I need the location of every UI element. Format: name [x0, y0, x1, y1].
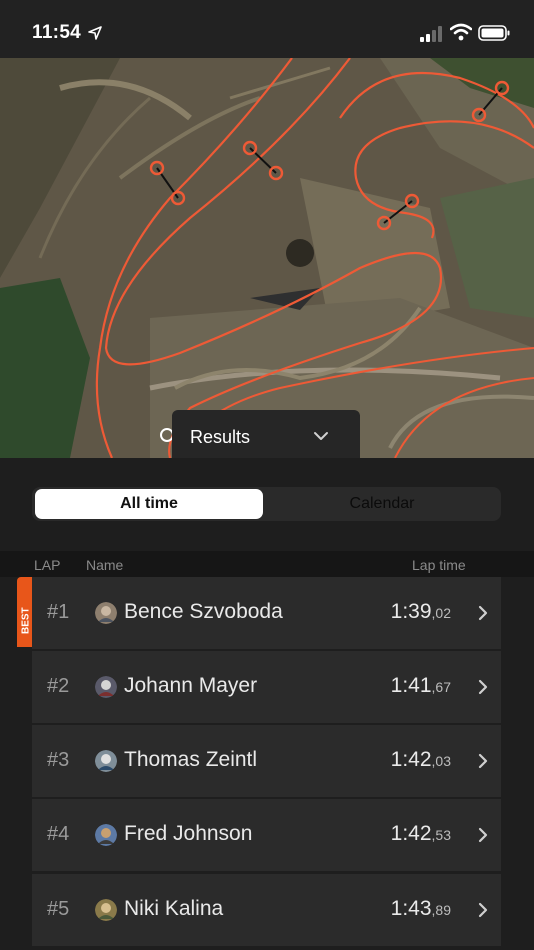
results-table-header: LAP Name Lap time	[0, 551, 534, 577]
rider-avatar	[95, 899, 117, 921]
status-bar: 11:54	[0, 0, 534, 58]
best-badge-label: BEST	[21, 607, 32, 634]
rider-name: Bence Szvoboda	[124, 600, 283, 623]
chevron-right-icon	[478, 753, 488, 769]
track-map[interactable]	[0, 58, 534, 458]
battery-icon	[478, 25, 510, 41]
result-row[interactable]: #1 Bence Szvoboda 1:39,02	[32, 577, 501, 649]
tab-all-time[interactable]: All time	[35, 489, 263, 519]
lap-time: 1:42,03	[390, 748, 451, 771]
rider-avatar	[95, 750, 117, 772]
lap-time: 1:42,53	[390, 822, 451, 845]
lap-time: 1:39,02	[390, 600, 451, 623]
rider-name: Fred Johnson	[124, 822, 253, 845]
rank-label: #5	[47, 898, 70, 920]
status-time: 11:54	[32, 22, 82, 43]
result-row[interactable]: #2 Johann Mayer 1:41,67	[32, 651, 501, 723]
rider-avatar	[95, 824, 117, 846]
tab-calendar[interactable]: Calendar	[265, 489, 499, 519]
rider-name: Johann Mayer	[124, 674, 258, 697]
rank-label: #3	[47, 749, 70, 771]
rank-label: #2	[47, 675, 70, 697]
rider-name: Niki Kalina	[124, 897, 224, 920]
satellite-map-image	[0, 58, 534, 458]
chevron-right-icon	[478, 827, 488, 843]
rank-label: #4	[47, 823, 70, 845]
chevron-right-icon	[478, 605, 488, 621]
location-arrow-icon	[88, 26, 102, 40]
rider-avatar	[95, 602, 117, 624]
lap-time: 1:43,89	[390, 897, 451, 920]
results-dropdown[interactable]: Results	[172, 410, 360, 460]
rider-avatar	[95, 676, 117, 698]
wifi-icon	[450, 23, 472, 41]
column-header-lap: LAP	[34, 557, 61, 573]
cellular-signal-icon	[420, 26, 442, 42]
result-row[interactable]: #5 Niki Kalina 1:43,89	[32, 874, 501, 946]
column-header-lap-time: Lap time	[412, 557, 466, 573]
lap-time: 1:41,67	[390, 674, 451, 697]
chevron-right-icon	[478, 679, 488, 695]
rider-name: Thomas Zeintl	[124, 748, 258, 771]
result-row[interactable]: #3 Thomas Zeintl 1:42,03	[32, 725, 501, 797]
rank-label: #1	[47, 601, 70, 623]
results-dropdown-label: Results	[190, 427, 251, 447]
column-header-name: Name	[86, 557, 124, 573]
chevron-down-icon[interactable]	[312, 430, 330, 442]
result-row[interactable]: #4 Fred Johnson 1:42,53	[32, 799, 501, 871]
chevron-right-icon	[478, 902, 488, 918]
best-lap-badge: BEST	[17, 577, 32, 647]
